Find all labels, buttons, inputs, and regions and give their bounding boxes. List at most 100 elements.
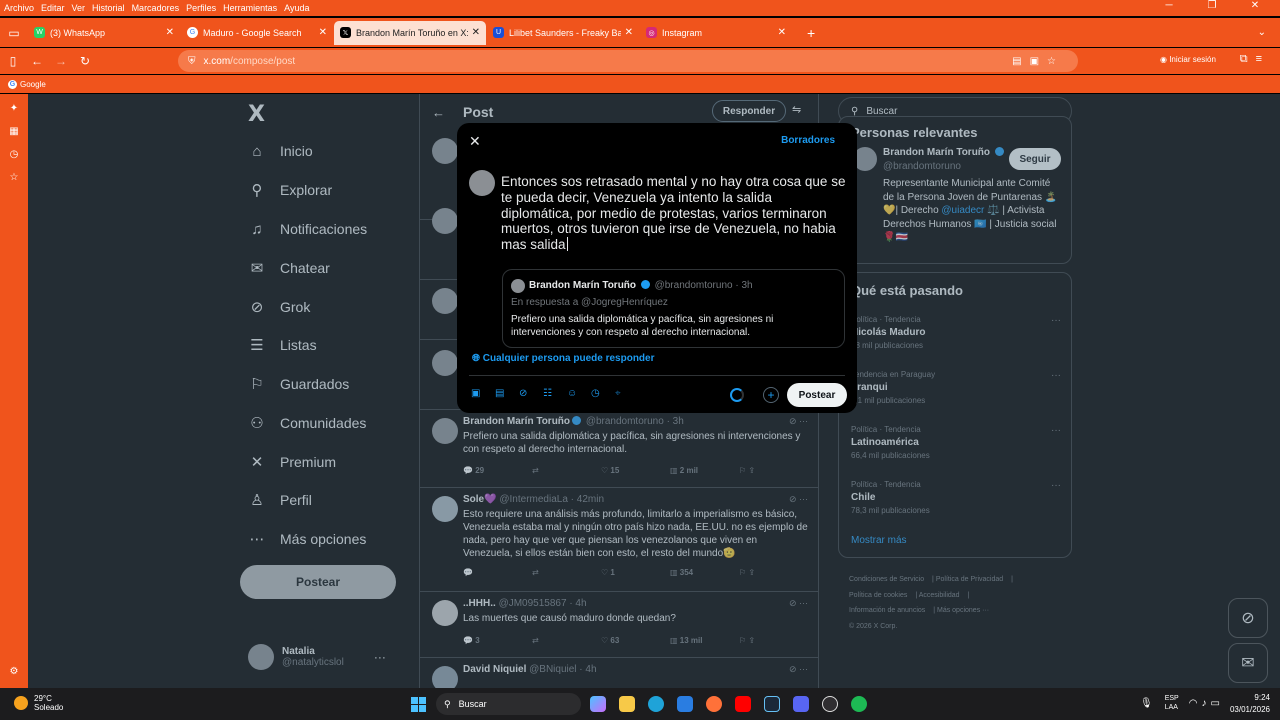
minimize-icon[interactable]: ─: [1151, 0, 1187, 11]
wifi-icon[interactable]: ◠: [1189, 698, 1198, 709]
menu-perfiles[interactable]: Perfiles: [186, 3, 216, 13]
tab-x-post[interactable]: 𝕏 Brandon Marín Toruño en X: "El ✕: [334, 20, 486, 45]
sparkle-icon[interactable]: ✦: [0, 103, 28, 117]
url-host: x.com: [203, 55, 231, 67]
date: 03/01/2026: [1229, 705, 1270, 714]
address-actions: ▤▣☆: [1012, 56, 1064, 67]
poll-icon[interactable]: ☷: [543, 388, 567, 399]
address-bar[interactable]: ⛨ x.com/compose/post ▤▣☆: [178, 50, 1078, 72]
menu-ayuda[interactable]: Ayuda: [284, 3, 309, 13]
forward-arrow-icon[interactable]: →: [50, 54, 72, 68]
star-icon[interactable]: ☆: [1047, 56, 1064, 67]
sidebar-toggle-icon[interactable]: ▯: [2, 54, 24, 68]
store-icon[interactable]: [677, 696, 693, 712]
location-icon[interactable]: ⌖: [615, 388, 639, 399]
menu-icon[interactable]: ≡: [1256, 53, 1270, 65]
restore-icon[interactable]: ❐: [1194, 0, 1230, 11]
bookmark-google[interactable]: Google: [20, 80, 46, 89]
reply-permission-button[interactable]: 🌐︎ Cualquier persona puede responder: [472, 353, 655, 364]
lang-secondary: LAA: [1164, 704, 1178, 711]
volume-icon[interactable]: ♪: [1201, 698, 1206, 709]
close-tab-icon[interactable]: ✕: [319, 27, 327, 38]
submit-post-button[interactable]: Postear: [787, 383, 847, 407]
browser-sidebar: ✦ ▦ ◷ ☆ ⚙: [0, 94, 28, 688]
gif-icon[interactable]: ▤: [495, 388, 519, 399]
tab-google-search[interactable]: G Maduro - Google Search ✕: [181, 21, 333, 45]
taskbar-search-label: Buscar: [458, 699, 487, 709]
spotify-icon[interactable]: [851, 696, 867, 712]
tab-whatsapp[interactable]: W (3) WhatsApp ✕: [28, 21, 180, 45]
windows-taskbar: 29°C Soleado ⚲ Buscar 🎙︎ ESP LAA ◠ ♪ ▭ 9:24…: [0, 688, 1280, 720]
emoji-icon[interactable]: ☺: [567, 388, 591, 399]
steam-icon[interactable]: [764, 696, 780, 712]
close-tab-icon[interactable]: ✕: [166, 27, 174, 38]
obs-icon[interactable]: [822, 696, 838, 712]
quote-header: Brandon Marín Toruño @brandomtoruno · 3h: [529, 280, 753, 291]
avatar: [511, 279, 525, 293]
pip-icon[interactable]: ▣: [1030, 56, 1047, 67]
image-icon[interactable]: ▣: [471, 388, 495, 399]
drafts-button[interactable]: Borradores: [781, 135, 835, 146]
reload-icon[interactable]: ↻: [74, 54, 96, 68]
tab-title: (3) WhatsApp: [50, 27, 106, 38]
time: 9:24: [1254, 693, 1270, 702]
menu-ver[interactable]: Ver: [72, 3, 86, 13]
extensions-icon[interactable]: ⧉: [1240, 53, 1256, 65]
add-post-icon[interactable]: +: [763, 387, 779, 403]
menu-herramientas[interactable]: Herramientas: [223, 3, 277, 13]
close-icon[interactable]: ✕: [469, 133, 481, 150]
star-icon[interactable]: ☆: [0, 172, 28, 186]
tab-title: Brandon Marín Toruño en X: "El: [356, 27, 468, 38]
microphone-icon[interactable]: 🎙︎: [1140, 698, 1153, 709]
reader-icon[interactable]: ▤: [1012, 56, 1029, 67]
url-path: /compose/post: [230, 55, 296, 67]
close-window-icon[interactable]: ✕: [1237, 0, 1273, 11]
youtube-icon[interactable]: [735, 696, 751, 712]
new-tab-icon[interactable]: +: [807, 25, 815, 41]
menu-archivo[interactable]: Archivo: [4, 3, 34, 13]
close-tab-icon[interactable]: ✕: [625, 27, 633, 38]
lang-primary: ESP: [1164, 695, 1179, 702]
tab-lilibet[interactable]: U Lilibet Saunders - Freaky Baddie ✕: [487, 21, 639, 45]
quote-text: Prefiero una salida diplomática y pacífi…: [511, 314, 774, 338]
gear-icon[interactable]: ⚙: [0, 666, 28, 680]
schedule-icon[interactable]: ◷: [591, 388, 615, 399]
grok-icon[interactable]: ⊘: [519, 388, 543, 399]
compose-textarea[interactable]: Entonces sos retrasado mental y no hay o…: [501, 174, 847, 253]
language-indicator[interactable]: ESP LAA: [1165, 694, 1179, 712]
close-tab-icon[interactable]: ✕: [778, 27, 786, 38]
discord-icon[interactable]: [793, 696, 809, 712]
weather-widget[interactable]: 29°C Soleado: [14, 694, 63, 712]
bookmarks-bar: G Google: [0, 75, 1280, 93]
account-icon: ◉: [1160, 55, 1170, 64]
menu-editar[interactable]: Editar: [41, 3, 65, 13]
tab-list-icon[interactable]: ▭: [0, 26, 28, 40]
menu-historial[interactable]: Historial: [92, 3, 125, 13]
clock[interactable]: 9:24 03/01/2026: [1230, 692, 1270, 716]
tab-instagram[interactable]: ◎ Instagram ✕: [640, 21, 792, 45]
menu-marcadores[interactable]: Marcadores: [132, 3, 180, 13]
edge-icon[interactable]: [648, 696, 664, 712]
instagram-icon: ◎: [646, 27, 657, 38]
login-label: Iniciar sesión: [1169, 55, 1216, 64]
battery-icon[interactable]: ▭: [1210, 698, 1219, 709]
google-icon: G: [187, 27, 198, 38]
copilot-icon[interactable]: [590, 696, 606, 712]
firefox-icon[interactable]: [706, 696, 722, 712]
close-tab-icon[interactable]: ✕: [472, 27, 480, 38]
windows-start-icon[interactable]: [411, 697, 426, 712]
lock-icon: ⛨: [188, 55, 196, 67]
tabs-icon[interactable]: ▦: [0, 126, 28, 140]
compose-toolbar: ▣ ▤ ⊘ ☷ ☺ ◷ ⌖: [471, 388, 639, 399]
login-button[interactable]: ◉ Iniciar sesión: [1160, 55, 1216, 64]
taskbar-search[interactable]: ⚲ Buscar: [436, 693, 581, 715]
history-icon[interactable]: ◷: [0, 149, 28, 163]
back-arrow-icon[interactable]: ←: [26, 54, 48, 68]
compose-modal: ✕ Borradores Entonces sos retrasado ment…: [457, 123, 857, 413]
search-icon: ⚲: [444, 698, 451, 709]
quote-author: Brandon Marín Toruño: [529, 280, 637, 291]
folder-icon[interactable]: [619, 696, 635, 712]
weather-text: 29°C Soleado: [34, 694, 63, 712]
chevron-down-icon[interactable]: ⌄: [1258, 27, 1266, 38]
x-icon: 𝕏: [340, 27, 351, 38]
